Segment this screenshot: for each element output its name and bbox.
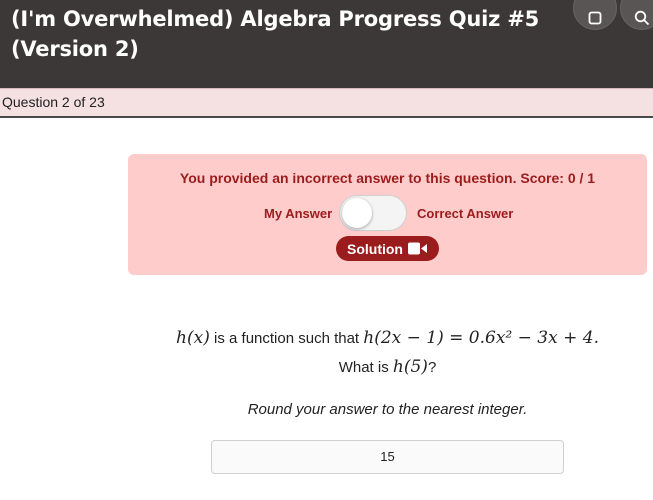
ask-prefix: What is (338, 359, 393, 376)
question-line-1: h(x) is a function such that h(2x − 1) =… (128, 324, 647, 353)
square-icon (588, 11, 602, 25)
equation-expr: h(2x − 1) = 0.6x² − 3x + 4. (363, 328, 599, 348)
rounding-instruction: Round your answer to the nearest integer… (247, 401, 528, 418)
question-text: h(x) is a function such that h(2x − 1) =… (128, 324, 647, 382)
question-line-2: What is h(5)? (128, 353, 647, 382)
toggle-knob (342, 198, 372, 228)
solution-label: Solution (347, 240, 403, 257)
quiz-header: (I'm Overwhelmed) Algebra Progress Quiz … (0, 0, 653, 88)
my-answer-label: My Answer (264, 206, 333, 221)
ask-suffix: ? (427, 359, 437, 376)
fullscreen-button[interactable] (573, 0, 617, 30)
question-connector: is a function such that (209, 330, 364, 347)
question-counter: Question 2 of 23 (2, 94, 105, 110)
answer-field[interactable]: 15 (211, 440, 564, 474)
feedback-panel: You provided an incorrect answer to this… (128, 154, 647, 275)
solution-button[interactable]: Solution (336, 236, 439, 261)
function-expr: h(x) (176, 328, 210, 348)
answer-toggle[interactable] (339, 195, 407, 231)
feedback-message: You provided an incorrect answer to this… (179, 170, 596, 186)
search-button[interactable] (620, 0, 653, 30)
video-camera-icon (408, 242, 427, 255)
question-progress-bar: Question 2 of 23 (0, 88, 653, 118)
quiz-title: (I'm Overwhelmed) Algebra Progress Quiz … (11, 7, 540, 61)
correct-answer-label: Correct Answer (417, 206, 514, 221)
ask-expr: h(5) (392, 357, 428, 377)
search-icon (634, 10, 650, 26)
